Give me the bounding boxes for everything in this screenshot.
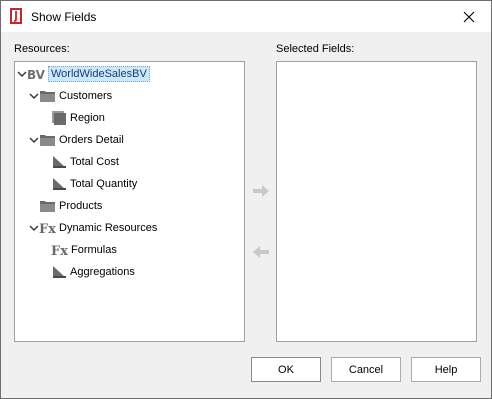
tree-item-total-cost[interactable]: Total Cost xyxy=(51,152,119,172)
tree-item-total-quantity[interactable]: Total Quantity xyxy=(51,174,137,194)
arrow-left-icon xyxy=(253,246,269,258)
bv-icon: BV xyxy=(27,68,45,82)
dimension-icon xyxy=(52,111,66,125)
ok-button[interactable]: OK xyxy=(251,357,321,382)
close-icon xyxy=(463,11,475,22)
add-field-button[interactable] xyxy=(251,183,271,199)
folder-icon xyxy=(40,135,55,146)
close-button[interactable] xyxy=(447,1,491,32)
tree-item-worldwidesalesbv[interactable]: BV WorldWideSalesBV xyxy=(17,64,150,84)
measure-icon xyxy=(53,266,66,278)
fx-icon: Fx xyxy=(51,244,68,258)
tree-item-label: Aggregations xyxy=(70,266,135,278)
tree-item-label: Total Cost xyxy=(70,156,119,168)
chevron-down-icon[interactable] xyxy=(29,223,39,233)
resources-tree[interactable]: BV WorldWideSalesBV Customers Region Ord… xyxy=(14,61,245,342)
svg-text:Fx: Fx xyxy=(39,222,56,236)
tree-item-orders-detail[interactable]: Orders Detail xyxy=(29,130,124,150)
tree-item-aggregations[interactable]: Aggregations xyxy=(51,262,135,282)
folder-icon xyxy=(40,201,55,212)
tree-item-label: Region xyxy=(70,112,105,124)
svg-text:BV: BV xyxy=(27,68,45,82)
remove-field-button[interactable] xyxy=(251,244,271,260)
selected-fields-label: Selected Fields: xyxy=(276,43,355,55)
tree-item-customers[interactable]: Customers xyxy=(29,86,112,106)
measure-icon xyxy=(53,156,66,168)
app-icon xyxy=(10,8,22,24)
tree-item-region[interactable]: Region xyxy=(51,108,105,128)
chevron-down-icon[interactable] xyxy=(17,69,27,79)
tree-item-label: Orders Detail xyxy=(59,134,124,146)
title-bar: Show Fields xyxy=(1,1,491,32)
show-fields-dialog: Show Fields Resources: Selected Fields: … xyxy=(0,0,492,399)
measure-icon xyxy=(53,178,66,190)
resources-label: Resources: xyxy=(14,43,70,55)
chevron-down-icon[interactable] xyxy=(29,91,39,101)
tree-item-label: Dynamic Resources xyxy=(59,222,158,234)
cancel-button[interactable]: Cancel xyxy=(331,357,401,382)
tree-item-formulas[interactable]: Fx Formulas xyxy=(51,240,117,260)
tree-item-label: Customers xyxy=(59,90,113,102)
help-button[interactable]: Help xyxy=(411,357,481,382)
selected-fields-list[interactable] xyxy=(276,61,477,342)
fx-icon: Fx xyxy=(39,222,56,236)
svg-text:Fx: Fx xyxy=(51,244,68,258)
tree-item-dynamic-resources[interactable]: Fx Dynamic Resources xyxy=(29,218,157,238)
arrow-right-icon xyxy=(253,185,269,197)
tree-item-label: WorldWideSalesBV xyxy=(48,66,150,82)
tree-item-label: Total Quantity xyxy=(70,178,138,190)
window-title: Show Fields xyxy=(31,10,97,24)
chevron-down-icon[interactable] xyxy=(29,135,39,145)
tree-item-label: Formulas xyxy=(71,244,117,256)
folder-icon xyxy=(40,91,55,102)
tree-item-products[interactable]: Products xyxy=(39,196,102,216)
tree-item-label: Products xyxy=(59,200,103,212)
